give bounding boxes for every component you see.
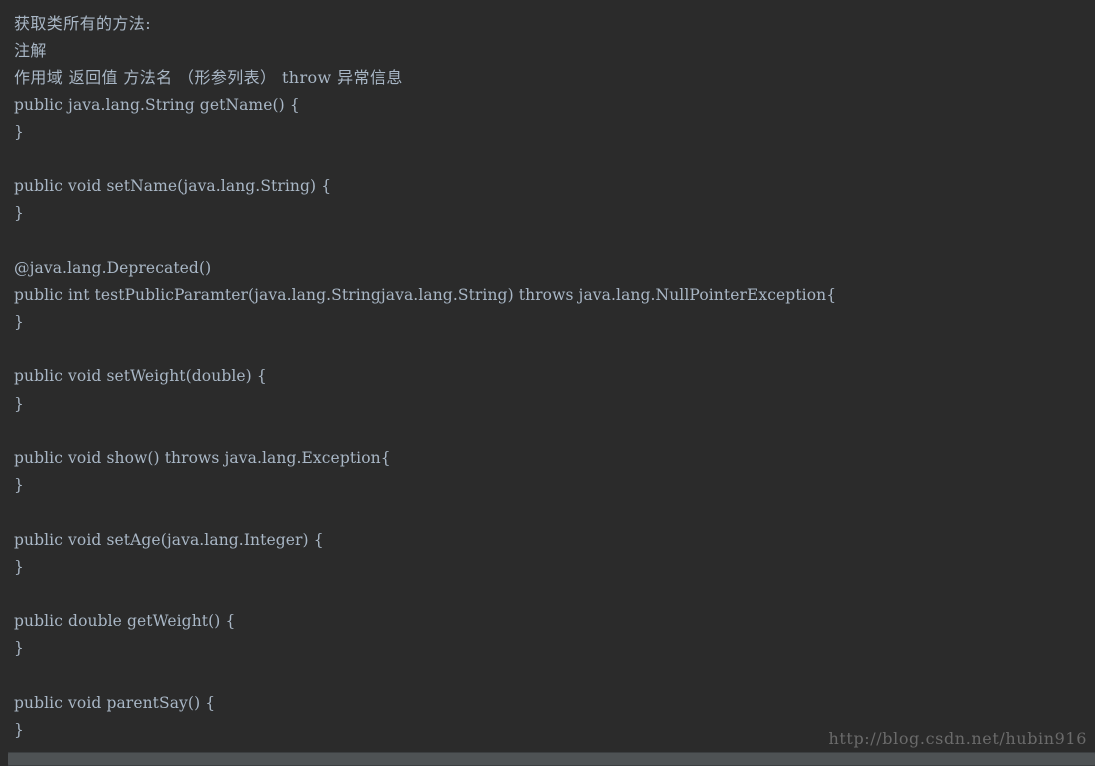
console-line: public void show() throws java.lang.Exce… [14, 449, 391, 467]
console-output-pane[interactable]: 获取类所有的方法: 注解作用域 返回值 方法名 （形参列表） throw 异常信息… [0, 0, 1095, 766]
console-line: @java.lang.Deprecated() [14, 258, 212, 277]
console-line: 获取类所有的方法: [14, 14, 151, 33]
console-line: public int testPublicParamter(java.lang.… [14, 285, 837, 304]
console-line: } [14, 122, 24, 141]
console-line: public java.lang.String getName() { [14, 95, 300, 114]
console-line: } [14, 557, 24, 576]
console-line: public void setAge(java.lang.Integer) { [14, 530, 324, 549]
console-line: } [14, 476, 24, 495]
console-line: } [14, 313, 24, 332]
console-text-area[interactable]: 获取类所有的方法: 注解作用域 返回值 方法名 （形参列表） throw 异常信息… [0, 0, 1095, 744]
console-line: public void parentSay() { [14, 693, 216, 712]
console-line: 作用域 返回值 方法名 （形参列表） throw 异常信息 [14, 68, 403, 88]
console-line: public void setWeight(double) { [14, 367, 267, 386]
console-line: } [14, 720, 24, 739]
scrollbar-thumb[interactable] [8, 753, 1095, 765]
console-line: } [14, 394, 24, 413]
horizontal-scrollbar[interactable] [0, 752, 1095, 766]
console-line: } [14, 639, 24, 658]
console-line: public void setName(java.lang.String) { [14, 177, 332, 196]
console-line: public double getWeight() { [14, 612, 236, 631]
scrollbar-track-left-cap [0, 752, 8, 766]
console-line: } [14, 204, 24, 223]
console-line: 注解 [14, 41, 47, 61]
